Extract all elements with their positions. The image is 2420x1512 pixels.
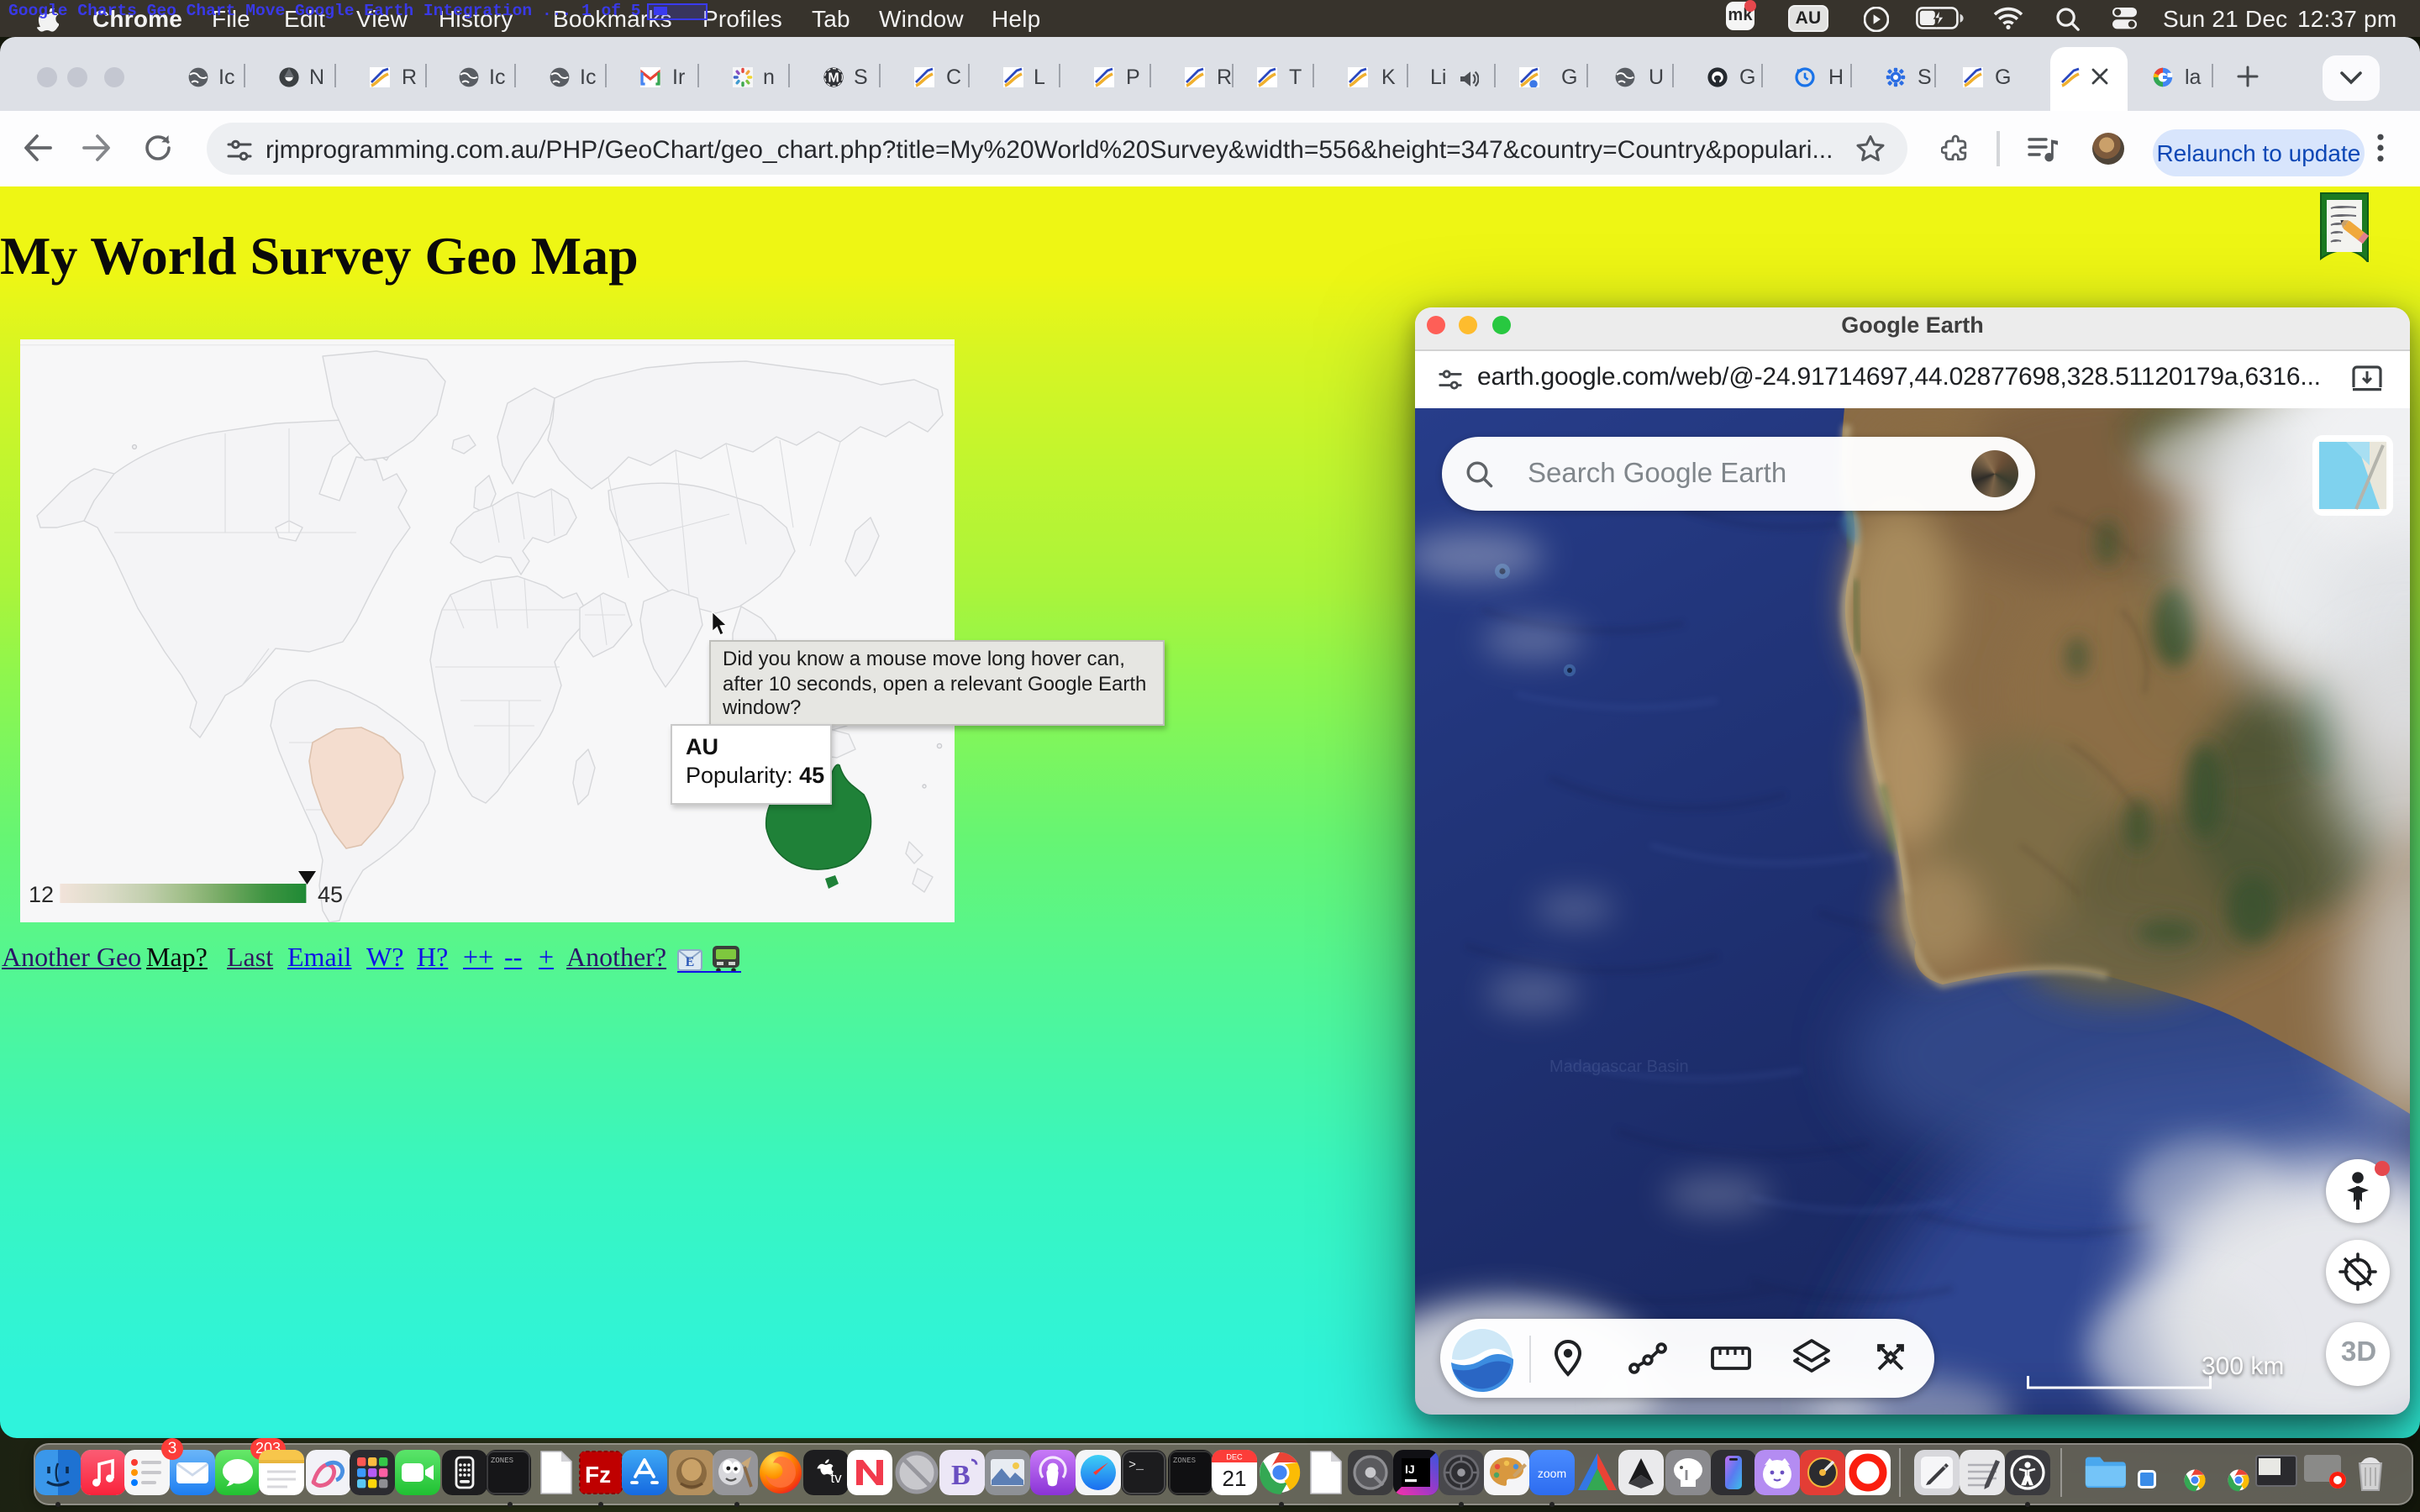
svg-text:45: 45	[318, 882, 343, 907]
svg-text:12: 12	[29, 882, 54, 907]
svg-text:tv: tv	[830, 1470, 842, 1486]
svg-text:ZONES: ZONES	[492, 1457, 514, 1465]
svg-text:Madagascar Basin: Madagascar Basin	[1549, 1057, 1689, 1075]
svg-text:ZONES: ZONES	[1172, 1457, 1195, 1465]
svg-text:>_: >_	[1128, 1458, 1144, 1473]
svg-text:DEC: DEC	[1225, 1453, 1242, 1462]
svg-text:E: E	[686, 954, 695, 969]
svg-text:B: B	[951, 1460, 971, 1491]
svg-text:Fz: Fz	[584, 1462, 610, 1488]
svg-text:21: 21	[1222, 1466, 1246, 1491]
svg-text:M: M	[828, 71, 839, 85]
svg-text:IJ: IJ	[1404, 1462, 1414, 1476]
svg-text:zoom: zoom	[1537, 1467, 1565, 1480]
